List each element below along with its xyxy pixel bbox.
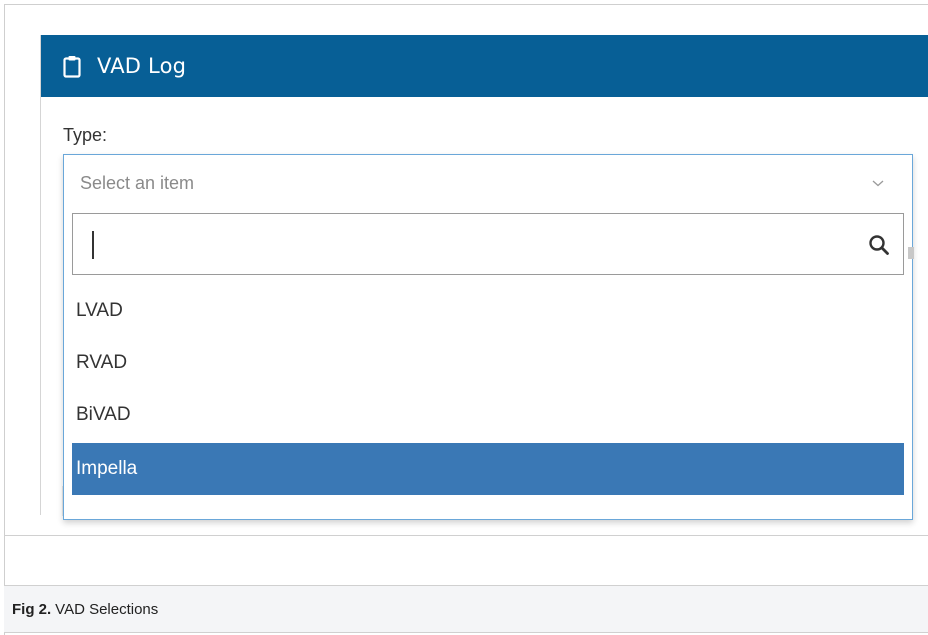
option-impella[interactable]: Impella xyxy=(72,443,904,495)
option-lvad[interactable]: LVAD xyxy=(72,285,904,337)
divider xyxy=(62,486,63,516)
search-icon[interactable] xyxy=(867,233,891,257)
frame-border-left xyxy=(4,4,5,635)
select-search-input[interactable] xyxy=(73,214,843,274)
type-label: Type: xyxy=(63,125,108,145)
text-cursor xyxy=(92,231,94,259)
select-search-box[interactable] xyxy=(72,213,904,275)
divider xyxy=(4,535,928,536)
option-bivad[interactable]: BiVAD xyxy=(72,389,904,441)
caption-label: Fig 2. xyxy=(12,600,52,618)
frame-border-top xyxy=(4,4,928,5)
select-placeholder: Select an item xyxy=(80,172,195,193)
figure-frame: VAD Log Type: Select an item LVAD RVAD B… xyxy=(0,0,928,635)
option-list: LVAD RVAD BiVAD Impella xyxy=(72,285,904,495)
vad-log-panel: VAD Log Type: Select an item LVAD RVAD B… xyxy=(40,35,928,520)
divider xyxy=(4,632,928,633)
clipboard-icon xyxy=(61,53,83,79)
type-select[interactable]: Select an item LVAD RVAD BiVAD Impella xyxy=(63,154,913,520)
caption-text: VAD Selections xyxy=(55,600,159,618)
scrollbar-thumb[interactable] xyxy=(908,247,914,259)
select-head[interactable]: Select an item xyxy=(64,155,912,211)
panel-header: VAD Log xyxy=(41,35,928,97)
panel-title: VAD Log xyxy=(97,54,187,78)
figure-caption: Fig 2. VAD Selections xyxy=(4,586,928,632)
chevron-down-icon[interactable] xyxy=(872,177,884,189)
option-rvad[interactable]: RVAD xyxy=(72,337,904,389)
